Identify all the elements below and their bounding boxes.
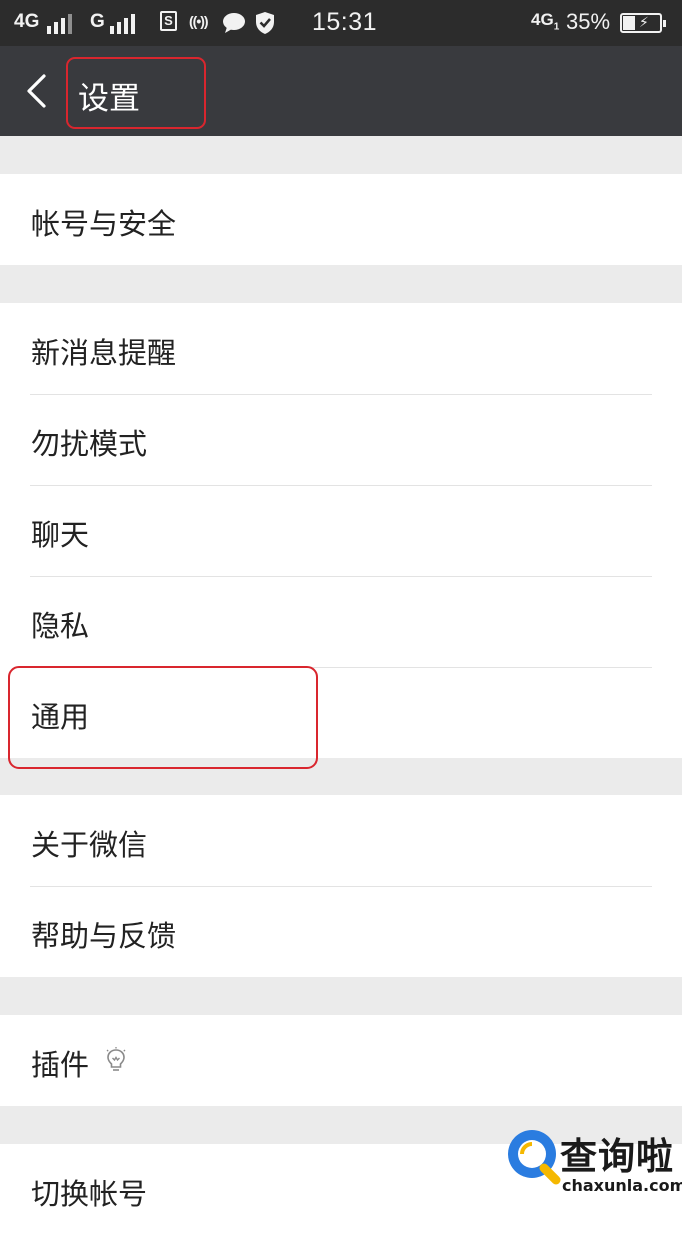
settings-item-label: 插件 bbox=[31, 1048, 90, 1082]
settings-item-help-feedback[interactable]: 帮助与反馈 bbox=[0, 886, 682, 977]
lightbulb-icon bbox=[106, 1047, 126, 1071]
watermark-domain: chaxunla.com bbox=[562, 1176, 682, 1195]
network-type-3: 4G1 bbox=[531, 10, 560, 33]
hotspot-icon: ((•)) bbox=[189, 13, 209, 29]
settings-item-label: 勿扰模式 bbox=[31, 427, 148, 461]
chat-notification-icon bbox=[223, 13, 245, 33]
settings-item-do-not-disturb[interactable]: 勿扰模式 bbox=[0, 394, 682, 485]
settings-item-privacy[interactable]: 隐私 bbox=[0, 576, 682, 667]
settings-group-account: 帐号与安全 bbox=[0, 174, 682, 265]
title-bar: 设置 bbox=[0, 46, 682, 136]
network-type-1: 4G bbox=[14, 11, 40, 32]
settings-item-label: 帮助与反馈 bbox=[31, 919, 177, 953]
settings-item-label: 新消息提醒 bbox=[31, 336, 177, 370]
magnifier-logo-icon bbox=[508, 1130, 561, 1185]
settings-item-label: 隐私 bbox=[31, 609, 90, 643]
settings-item-label: 帐号与安全 bbox=[31, 207, 177, 241]
battery-percentage: 35% bbox=[566, 9, 611, 34]
settings-item-account-security[interactable]: 帐号与安全 bbox=[0, 174, 682, 265]
sim-card-icon: S bbox=[160, 11, 177, 31]
settings-group-about: 关于微信 帮助与反馈 bbox=[0, 795, 682, 977]
settings-item-label: 切换帐号 bbox=[31, 1177, 148, 1211]
signal-strength-icon bbox=[47, 12, 72, 34]
settings-group-plugins: 插件 bbox=[0, 1015, 682, 1106]
back-button[interactable] bbox=[18, 68, 58, 114]
settings-item-notifications[interactable]: 新消息提醒 bbox=[0, 303, 682, 394]
chevron-left-icon bbox=[27, 74, 46, 108]
watermark-text: 查询啦 bbox=[560, 1134, 674, 1178]
title-highlight-box bbox=[66, 57, 206, 129]
clock: 15:31 bbox=[312, 8, 378, 36]
settings-item-about-wechat[interactable]: 关于微信 bbox=[0, 795, 682, 886]
settings-item-label: 聊天 bbox=[31, 518, 90, 552]
battery-charging-icon: ⚡ bbox=[620, 13, 666, 33]
shield-icon bbox=[256, 12, 274, 34]
watermark-logo: 查询啦 chaxunla.com bbox=[496, 1118, 682, 1212]
settings-item-plugins[interactable]: 插件 bbox=[0, 1015, 682, 1106]
settings-item-label: 关于微信 bbox=[31, 828, 148, 862]
network-type-2: G bbox=[90, 11, 105, 32]
signal-strength-icon-2 bbox=[110, 12, 135, 34]
general-highlight-box bbox=[8, 666, 318, 769]
settings-item-chat[interactable]: 聊天 bbox=[0, 485, 682, 576]
status-bar: 4G G S ((•)) 15:31 4G1 35% ⚡ bbox=[0, 0, 682, 46]
